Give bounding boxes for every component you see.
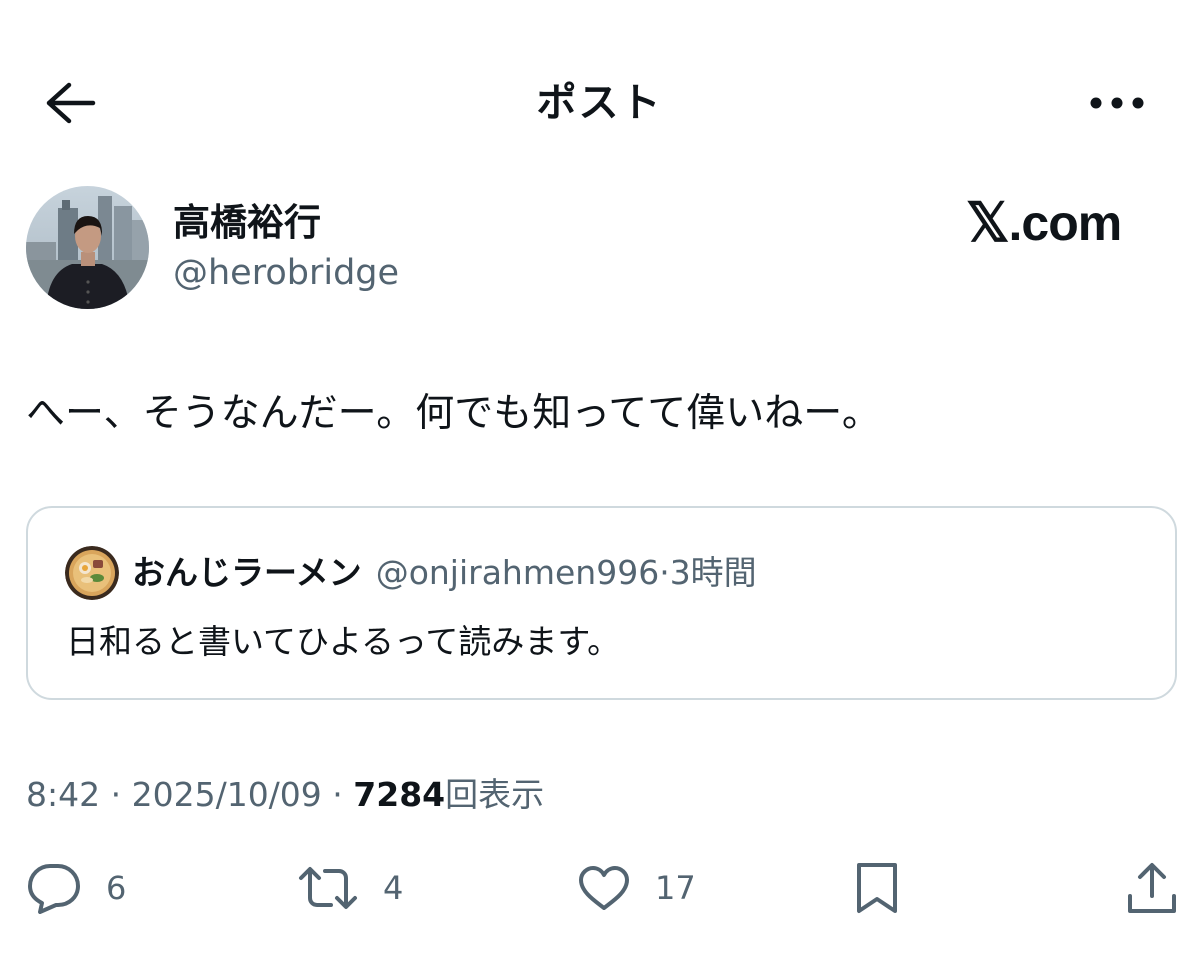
heart-icon <box>577 864 631 912</box>
view-count: 7284 <box>353 775 446 814</box>
repost-button[interactable]: 4 <box>297 858 403 918</box>
more-options-button[interactable] <box>1082 78 1152 128</box>
x-logo-icon: 𝕏 <box>966 193 1010 253</box>
like-button[interactable]: 17 <box>577 858 696 918</box>
meta-separator: · <box>321 775 354 814</box>
like-count: 17 <box>655 869 696 907</box>
arrow-left-icon <box>46 82 96 124</box>
share-icon <box>1125 860 1179 916</box>
quote-text: 日和ると書いてひよるって読みます。 <box>66 622 621 661</box>
quote-separator: · <box>659 553 670 592</box>
back-button[interactable] <box>38 74 100 132</box>
post-text: へー、そうなんだー。何でも知ってて偉いねー。 <box>26 391 881 436</box>
quote-author-name: おんじラーメン <box>132 553 362 592</box>
quote-avatar <box>65 546 119 600</box>
reply-icon <box>26 862 82 914</box>
quote-author-handle: @onjirahmen996 <box>375 553 660 592</box>
repost-count: 4 <box>383 869 404 907</box>
quote-time: 3時間 <box>669 553 757 592</box>
view-label: 回表示 <box>445 775 545 814</box>
bookmark-button[interactable] <box>854 858 900 918</box>
watermark-text: .com <box>1008 195 1123 251</box>
author-name[interactable]: 高橋裕行 <box>173 198 321 248</box>
x-com-watermark: 𝕏 .com <box>966 193 1123 253</box>
reply-count: 6 <box>106 869 127 907</box>
meta-separator: · <box>100 775 132 814</box>
post-date: 2025/10/09 <box>131 775 322 814</box>
reply-button[interactable]: 6 <box>26 858 126 918</box>
author-handle[interactable]: @herobridge <box>173 248 399 298</box>
bookmark-icon <box>854 860 900 916</box>
author-avatar[interactable] <box>26 186 149 309</box>
post-meta: 8:42 · 2025/10/09 · 7284回表示 <box>26 770 544 820</box>
repost-icon <box>297 864 359 912</box>
share-button[interactable] <box>1125 858 1179 918</box>
more-horizontal-icon <box>1090 97 1144 109</box>
quote-header: おんじラーメン @onjirahmen996·3時間 <box>132 546 757 600</box>
page-title: ポスト <box>536 80 663 126</box>
quoted-post-card[interactable]: おんじラーメン @onjirahmen996·3時間 日和ると書いてひよるって読み… <box>26 506 1177 700</box>
post-time: 8:42 <box>26 775 101 814</box>
